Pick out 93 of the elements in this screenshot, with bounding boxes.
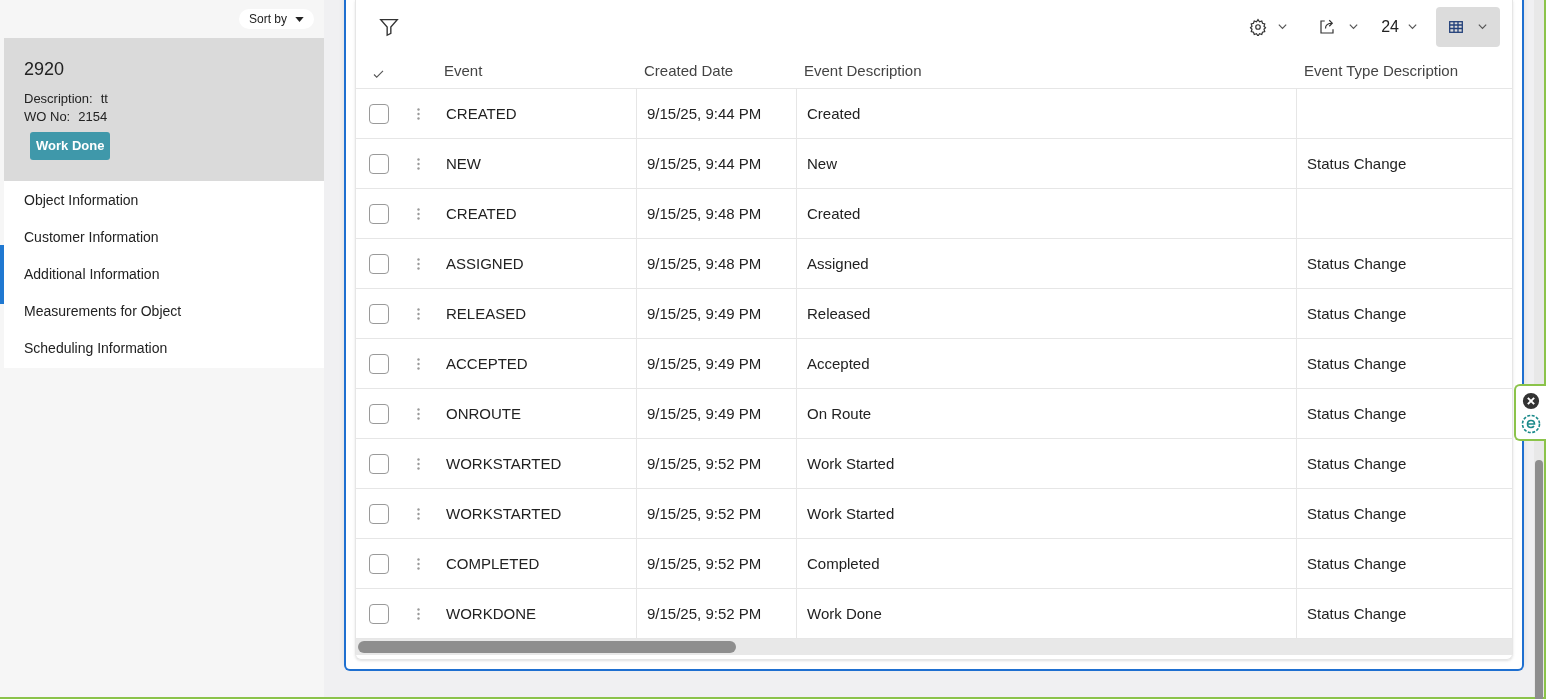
table-cell-text: ACCEPTED bbox=[446, 353, 528, 374]
table-cell-text: Released bbox=[807, 303, 871, 324]
page-size-dropdown[interactable]: 24 bbox=[1373, 7, 1426, 46]
table-cell-text: New bbox=[807, 153, 837, 174]
table-cell-text: NEW bbox=[446, 153, 481, 174]
row-checkbox[interactable] bbox=[368, 303, 389, 324]
table-cell-text: CREATED bbox=[446, 203, 517, 224]
more-options-icon[interactable] bbox=[417, 356, 420, 371]
field-label: Description: bbox=[24, 90, 93, 108]
more-options-icon[interactable] bbox=[417, 556, 420, 571]
status-badge: Work Done bbox=[30, 132, 111, 160]
table-cell-text: ASSIGNED bbox=[446, 253, 524, 274]
letter-e-icon[interactable] bbox=[1521, 413, 1541, 434]
table-cell-text: Work Done bbox=[807, 603, 882, 624]
horizontal-scrollbar[interactable] bbox=[356, 639, 1512, 655]
table-cell-text: WORKSTARTED bbox=[446, 453, 562, 474]
nav-item[interactable]: Object Information bbox=[4, 182, 324, 219]
table-cell-text: 9/15/25, 9:48 PM bbox=[647, 253, 762, 274]
more-options-icon[interactable] bbox=[417, 106, 420, 121]
table-cell-text: CREATED bbox=[446, 103, 517, 124]
table-icon bbox=[1448, 20, 1463, 33]
table-cell-text: 9/15/25, 9:49 PM bbox=[647, 403, 762, 424]
table-cell-text: Accepted bbox=[807, 353, 870, 374]
table-cell-text: COMPLETED bbox=[446, 553, 540, 574]
row-checkbox[interactable] bbox=[368, 353, 389, 374]
table-cell-text: 9/15/25, 9:48 PM bbox=[647, 203, 762, 224]
close-icon[interactable] bbox=[1522, 391, 1540, 410]
field-label: WO No: bbox=[24, 108, 71, 126]
row-checkbox[interactable] bbox=[368, 203, 389, 224]
export-icon bbox=[1318, 17, 1337, 36]
row-checkbox[interactable] bbox=[368, 153, 389, 174]
sort-button[interactable]: Sort by bbox=[239, 9, 314, 29]
field-value: tt bbox=[100, 90, 108, 108]
more-options-icon[interactable] bbox=[417, 256, 420, 271]
column-header[interactable]: Event Description bbox=[804, 61, 922, 79]
row-checkbox[interactable] bbox=[368, 253, 389, 274]
row-checkbox[interactable] bbox=[368, 403, 389, 424]
nav-item[interactable]: Scheduling Information bbox=[4, 330, 324, 367]
table-cell-text: Work Started bbox=[807, 503, 895, 524]
record-title: 2920 bbox=[24, 58, 65, 80]
table-cell-text: Created bbox=[807, 203, 861, 224]
table-cell-text: Created bbox=[807, 103, 861, 124]
table-cell-text: ONROUTE bbox=[446, 403, 521, 424]
table-cell-text: On Route bbox=[807, 403, 872, 424]
table-cell-text: 9/15/25, 9:52 PM bbox=[647, 553, 762, 574]
nav-item[interactable]: Customer Information bbox=[4, 219, 324, 256]
table-cell-text: Status Change bbox=[1307, 603, 1407, 624]
table-cell-text: WORKDONE bbox=[446, 603, 536, 624]
column-header[interactable]: Event Type Description bbox=[1304, 61, 1458, 79]
table-cell-text: Status Change bbox=[1307, 553, 1407, 574]
row-checkbox[interactable] bbox=[368, 503, 389, 524]
more-options-icon[interactable] bbox=[417, 606, 420, 621]
table-cell-text: Status Change bbox=[1307, 353, 1407, 374]
view-toggle-button[interactable] bbox=[1436, 6, 1500, 47]
table-cell-text: WORKSTARTED bbox=[446, 503, 562, 524]
table-cell-text: 9/15/25, 9:44 PM bbox=[647, 153, 762, 174]
table-cell-text: RELEASED bbox=[446, 303, 527, 324]
column-header[interactable]: Event bbox=[444, 61, 483, 79]
table-cell-text: Assigned bbox=[807, 253, 869, 274]
more-options-icon[interactable] bbox=[417, 456, 420, 471]
more-options-icon[interactable] bbox=[417, 156, 420, 171]
scrollbar-thumb[interactable] bbox=[358, 641, 736, 654]
column-header[interactable]: Created Date bbox=[644, 61, 734, 79]
row-checkbox[interactable] bbox=[368, 603, 389, 624]
table-cell-text: Status Change bbox=[1307, 453, 1407, 474]
table-cell-text: 9/15/25, 9:49 PM bbox=[647, 353, 762, 374]
nav-item[interactable]: Measurements for Object bbox=[4, 293, 324, 330]
selection-indicator bbox=[0, 245, 4, 304]
row-checkbox[interactable] bbox=[368, 103, 389, 124]
more-options-icon[interactable] bbox=[417, 206, 420, 221]
table-cell-text: Status Change bbox=[1307, 253, 1407, 274]
table-cell-text: 9/15/25, 9:52 PM bbox=[647, 503, 762, 524]
more-options-icon[interactable] bbox=[417, 306, 420, 321]
vertical-scrollbar[interactable] bbox=[1534, 0, 1544, 697]
table-cell-text: 9/15/25, 9:44 PM bbox=[647, 103, 762, 124]
table-cell-text: 9/15/25, 9:52 PM bbox=[647, 603, 762, 624]
more-options-icon[interactable] bbox=[417, 506, 420, 521]
table-cell-text: Status Change bbox=[1307, 503, 1407, 524]
caret-down-icon bbox=[295, 16, 304, 22]
row-checkbox[interactable] bbox=[368, 553, 389, 574]
select-all-check-icon[interactable] bbox=[373, 70, 384, 80]
table-cell-text: 9/15/25, 9:49 PM bbox=[647, 303, 762, 324]
table-cell-text: Status Change bbox=[1307, 303, 1407, 324]
table-cell-text: Status Change bbox=[1307, 153, 1407, 174]
row-checkbox[interactable] bbox=[368, 453, 389, 474]
scrollbar-thumb[interactable] bbox=[1535, 460, 1543, 699]
more-options-icon[interactable] bbox=[417, 406, 420, 421]
table-cell-text: Work Started bbox=[807, 453, 895, 474]
table-cell-text: 9/15/25, 9:52 PM bbox=[647, 453, 762, 474]
table-cell-text: Status Change bbox=[1307, 403, 1407, 424]
table-cell-text: Completed bbox=[807, 553, 880, 574]
field-value: 2154 bbox=[78, 108, 108, 126]
settings-icon bbox=[1249, 17, 1268, 36]
